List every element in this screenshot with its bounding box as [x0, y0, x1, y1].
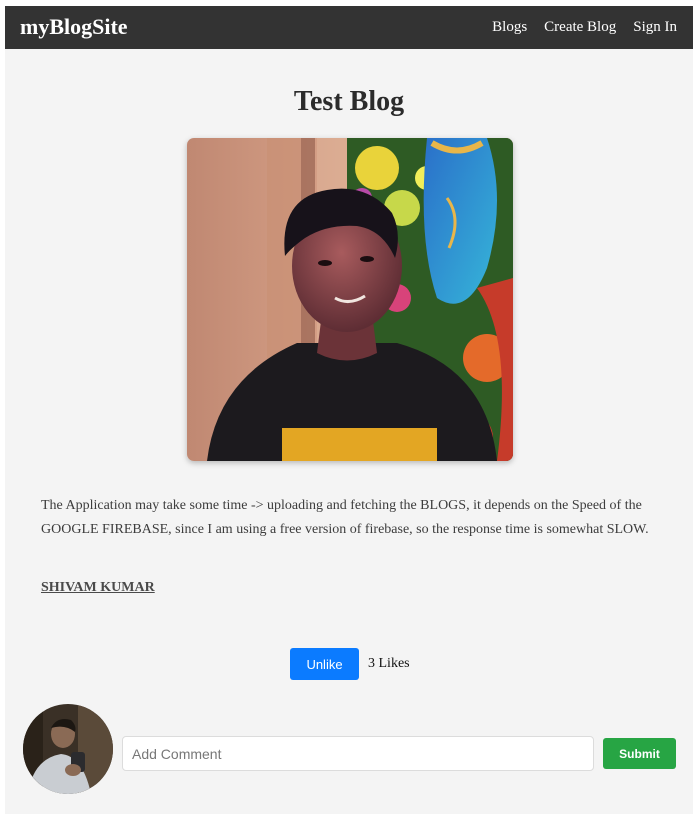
- blog-title: Test Blog: [293, 86, 405, 117]
- like-section: Unlike 3 Likes: [290, 648, 410, 680]
- nav-links: Blogs Create Blog Sign In: [492, 19, 677, 36]
- author-link[interactable]: SHIVAM KUMAR: [41, 580, 155, 596]
- likes-count: 3 Likes: [368, 656, 410, 671]
- avatar: [23, 704, 113, 794]
- nav-link-sign-in[interactable]: Sign In: [633, 19, 677, 36]
- submit-button[interactable]: Submit: [603, 738, 676, 769]
- nav-link-create-blog[interactable]: Create Blog: [544, 19, 616, 36]
- blog-content: The Application may take some time -> up…: [41, 498, 649, 537]
- brand-logo[interactable]: myBlogSite: [20, 14, 128, 40]
- page: myBlogSite Blogs Create Blog Sign In Tes…: [5, 6, 693, 814]
- comment-input[interactable]: [122, 736, 594, 771]
- nav-link-blogs[interactable]: Blogs: [492, 19, 527, 36]
- navbar: myBlogSite Blogs Create Blog Sign In: [5, 6, 693, 49]
- unlike-button[interactable]: Unlike: [290, 648, 359, 680]
- blog-image: [187, 138, 513, 461]
